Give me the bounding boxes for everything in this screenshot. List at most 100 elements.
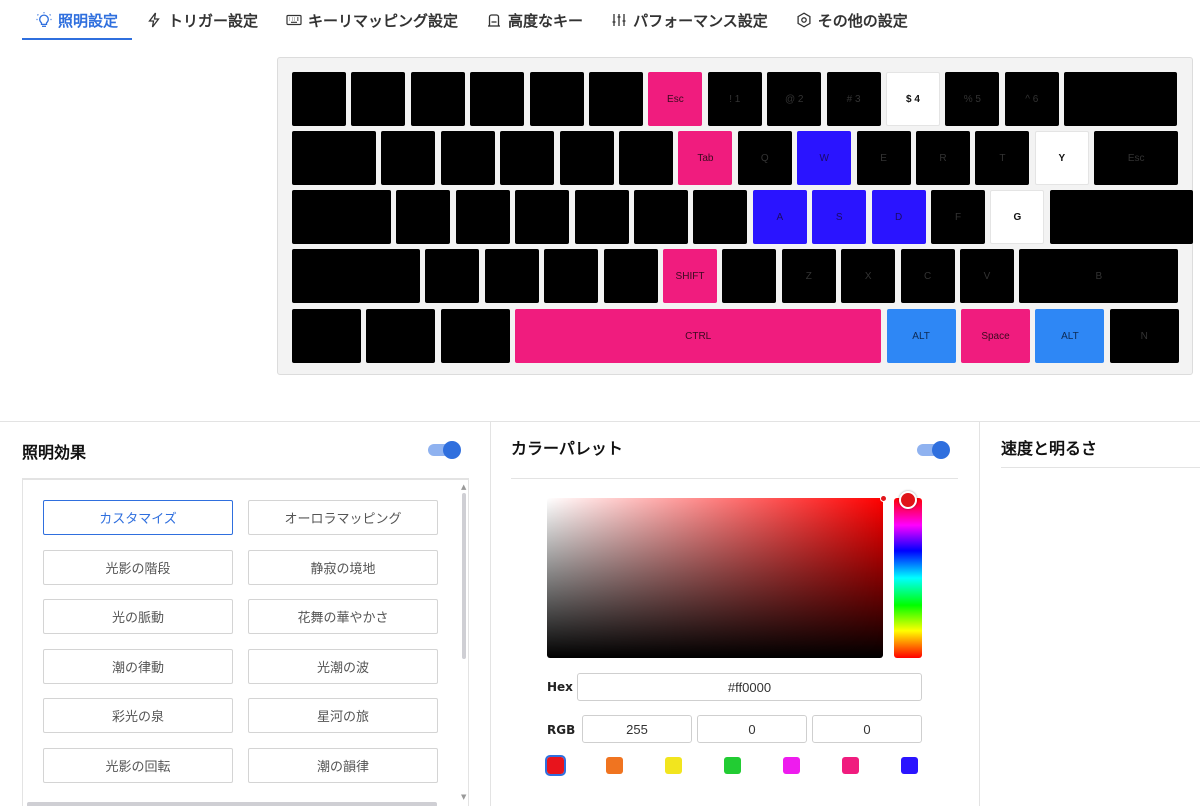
key[interactable] bbox=[529, 72, 584, 126]
key[interactable] bbox=[693, 190, 748, 244]
effect-button[interactable]: 光影の回転 bbox=[43, 748, 233, 783]
key[interactable] bbox=[1049, 190, 1193, 244]
key[interactable] bbox=[396, 190, 451, 244]
key[interactable]: Esc bbox=[1094, 131, 1179, 185]
key[interactable] bbox=[410, 72, 465, 126]
color-swatch[interactable] bbox=[724, 757, 741, 774]
lighting-effect-toggle[interactable] bbox=[428, 441, 462, 459]
scroll-up-arrow-icon[interactable]: ▲ bbox=[461, 483, 466, 491]
rgb-red-input[interactable] bbox=[582, 715, 692, 743]
key[interactable]: Q bbox=[737, 131, 792, 185]
key[interactable]: S bbox=[812, 190, 867, 244]
key[interactable]: Tab bbox=[678, 131, 733, 185]
key[interactable] bbox=[589, 72, 643, 126]
effect-button[interactable]: オーロラマッピング bbox=[248, 500, 438, 535]
effect-button[interactable]: 静寂の境地 bbox=[248, 549, 438, 585]
key[interactable]: N bbox=[1109, 309, 1179, 363]
effect-button[interactable]: カスタマイズ bbox=[43, 500, 233, 535]
key[interactable]: ! 1 bbox=[707, 72, 762, 126]
key[interactable] bbox=[484, 249, 539, 303]
key[interactable] bbox=[381, 131, 436, 185]
key[interactable]: W bbox=[797, 131, 852, 185]
key[interactable] bbox=[292, 249, 420, 303]
key[interactable] bbox=[292, 131, 376, 185]
vertical-scrollbar-thumb[interactable] bbox=[462, 493, 466, 659]
effect-button[interactable]: 光影の階段 bbox=[43, 549, 233, 585]
key[interactable]: X bbox=[841, 249, 896, 303]
effect-button[interactable]: 潮の律動 bbox=[43, 648, 233, 684]
key[interactable] bbox=[440, 309, 510, 363]
key[interactable] bbox=[559, 131, 614, 185]
key[interactable] bbox=[455, 190, 510, 244]
key[interactable] bbox=[544, 249, 599, 303]
tab-2[interactable]: トリガー設定 bbox=[132, 0, 272, 40]
key[interactable] bbox=[292, 72, 346, 126]
hex-input[interactable] bbox=[577, 673, 922, 701]
effect-button[interactable]: 潮の韻律 bbox=[248, 748, 438, 783]
key[interactable]: Y bbox=[1034, 131, 1089, 185]
rgb-green-input[interactable] bbox=[697, 715, 807, 743]
key[interactable]: R bbox=[916, 131, 970, 185]
key[interactable] bbox=[1064, 72, 1178, 126]
key[interactable]: Esc bbox=[648, 72, 703, 126]
tab-5[interactable]: パフォーマンス設定 bbox=[597, 0, 782, 40]
color-swatch[interactable] bbox=[783, 757, 800, 774]
saturation-picker-handle[interactable] bbox=[880, 495, 887, 502]
key[interactable]: G bbox=[990, 190, 1045, 244]
key[interactable]: Z bbox=[781, 249, 836, 303]
key[interactable] bbox=[515, 190, 570, 244]
key[interactable] bbox=[425, 249, 480, 303]
horizontal-scrollbar[interactable] bbox=[27, 802, 437, 806]
key[interactable] bbox=[351, 72, 406, 126]
key[interactable] bbox=[574, 190, 629, 244]
key[interactable]: ^ 6 bbox=[1004, 72, 1059, 126]
tab-1[interactable]: 照明設定 bbox=[22, 0, 133, 40]
scroll-down-arrow-icon[interactable]: ▼ bbox=[461, 793, 466, 801]
key[interactable] bbox=[470, 72, 525, 126]
color-swatch[interactable] bbox=[606, 757, 623, 774]
saturation-value-picker[interactable] bbox=[547, 498, 883, 658]
key[interactable]: Space bbox=[961, 309, 1030, 363]
key[interactable]: ALT bbox=[886, 309, 956, 363]
key[interactable]: F bbox=[931, 190, 985, 244]
hue-slider-handle[interactable] bbox=[899, 491, 917, 509]
key[interactable] bbox=[722, 249, 777, 303]
color-swatch[interactable] bbox=[901, 757, 918, 774]
tab-4[interactable]: 高度なキー bbox=[472, 0, 597, 40]
effect-button[interactable]: 彩光の泉 bbox=[43, 698, 233, 734]
key[interactable]: # 3 bbox=[826, 72, 881, 126]
hue-slider[interactable] bbox=[894, 498, 922, 658]
color-swatch[interactable] bbox=[842, 757, 859, 774]
color-palette-toggle[interactable] bbox=[917, 441, 951, 459]
key[interactable]: ALT bbox=[1035, 309, 1105, 363]
key[interactable] bbox=[603, 249, 658, 303]
effect-button[interactable]: 星河の旅 bbox=[248, 698, 438, 734]
key[interactable]: $ 4 bbox=[886, 72, 940, 126]
key[interactable]: % 5 bbox=[945, 72, 1000, 126]
color-swatch[interactable] bbox=[545, 755, 566, 776]
key[interactable] bbox=[634, 190, 688, 244]
key[interactable] bbox=[292, 309, 361, 363]
color-swatch[interactable] bbox=[665, 757, 682, 774]
effect-button[interactable]: 花舞の華やかさ bbox=[248, 599, 438, 635]
key[interactable] bbox=[500, 131, 555, 185]
key[interactable]: C bbox=[900, 249, 955, 303]
key[interactable]: D bbox=[871, 190, 926, 244]
key[interactable] bbox=[619, 131, 673, 185]
key[interactable]: @ 2 bbox=[767, 72, 822, 126]
key[interactable]: T bbox=[975, 131, 1030, 185]
rgb-blue-input[interactable] bbox=[812, 715, 922, 743]
key[interactable]: CTRL bbox=[515, 309, 882, 363]
key[interactable]: V bbox=[960, 249, 1014, 303]
tab-6[interactable]: その他の設定 bbox=[782, 0, 922, 40]
effect-button[interactable]: 光の脈動 bbox=[43, 599, 233, 635]
key[interactable]: SHIFT bbox=[663, 249, 717, 303]
key[interactable] bbox=[366, 309, 436, 363]
key[interactable] bbox=[440, 131, 495, 185]
effect-button[interactable]: 光潮の波 bbox=[248, 648, 438, 684]
key[interactable]: B bbox=[1019, 249, 1179, 303]
key[interactable]: A bbox=[752, 190, 807, 244]
tab-3[interactable]: キーリマッピング設定 bbox=[272, 0, 472, 40]
key[interactable]: E bbox=[856, 131, 911, 185]
key[interactable] bbox=[292, 190, 391, 244]
